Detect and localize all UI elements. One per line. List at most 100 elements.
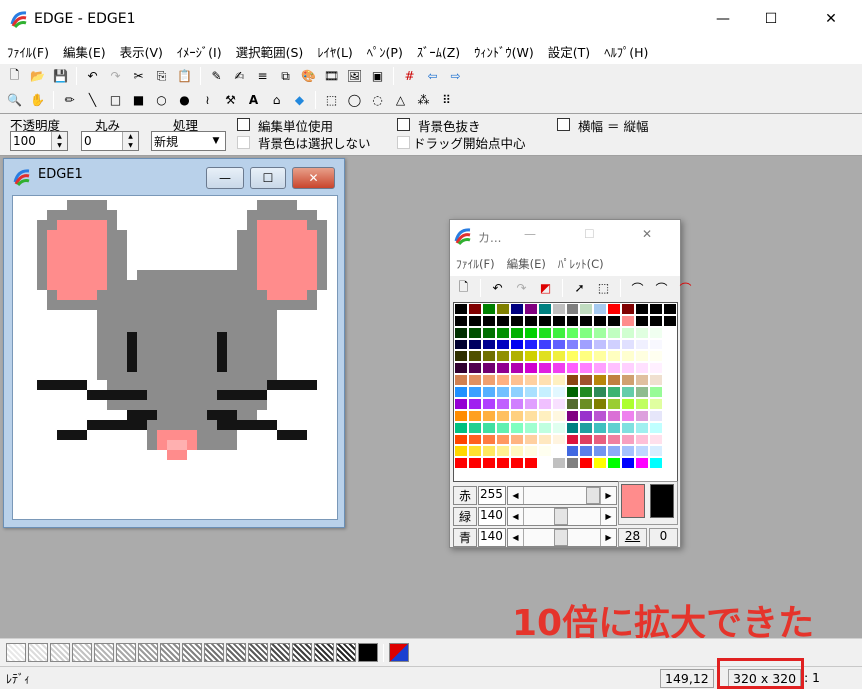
curve-icon[interactable]: ≀ — [197, 90, 218, 110]
palette-swatch[interactable] — [467, 445, 482, 458]
palette-swatch[interactable] — [495, 314, 510, 327]
palette-swatch[interactable] — [537, 314, 552, 327]
magnifier-icon[interactable]: 🔍 — [4, 90, 25, 110]
palette-swatch[interactable] — [607, 457, 622, 470]
palette-swatch[interactable] — [495, 421, 510, 434]
palette-swatch[interactable] — [565, 374, 580, 387]
palette-swatch[interactable] — [537, 409, 552, 422]
filled-rectangle-icon[interactable]: ■ — [128, 90, 149, 110]
palette-swatch[interactable] — [523, 303, 538, 315]
palette-swatch[interactable] — [621, 314, 636, 327]
palette-swatch[interactable] — [467, 421, 482, 434]
palette-swatch[interactable] — [551, 469, 566, 481]
palette-swatch[interactable] — [621, 374, 636, 387]
palette-swatch[interactable] — [509, 303, 524, 315]
process-dropdown[interactable]: 新規 ▼ — [151, 131, 226, 151]
palette-swatch[interactable] — [509, 409, 524, 422]
palette-swatch[interactable] — [593, 386, 608, 398]
palette-swatch[interactable] — [607, 326, 622, 339]
fill-icon[interactable]: ◆ — [289, 90, 310, 110]
palette-swatch[interactable] — [621, 409, 636, 422]
palette-swatch[interactable] — [537, 338, 552, 351]
palette-menu-file[interactable]: ﾌｧｲﾙ(F) — [450, 256, 501, 272]
palette-swatch[interactable] — [551, 457, 566, 470]
circle-icon[interactable]: ○ — [151, 90, 172, 110]
arrow-left-icon[interactable]: ⇦ — [422, 66, 443, 86]
layer-icon[interactable]: ⧉ — [275, 66, 296, 86]
palette-swatch[interactable] — [523, 362, 538, 375]
palette-swatch[interactable] — [551, 445, 566, 458]
doc-minimize-button[interactable]: — — [206, 167, 244, 189]
palette-swatch[interactable] — [467, 303, 482, 315]
bg-not-select-checkbox[interactable] — [237, 136, 250, 149]
gradient-2-icon[interactable]: ⌒ — [651, 278, 672, 298]
filled-circle-icon[interactable]: ● — [174, 90, 195, 110]
palette-swatch[interactable] — [663, 469, 677, 481]
palette-swatch[interactable] — [454, 386, 468, 398]
palette-swatch[interactable] — [579, 421, 594, 434]
spin-arrows-icon[interactable]: ▲ ▼ — [51, 132, 67, 150]
palette-swatch[interactable] — [481, 409, 496, 422]
palette-swatch[interactable] — [495, 303, 510, 315]
palette-swatch[interactable] — [621, 350, 636, 363]
palette-swatch[interactable] — [649, 350, 664, 363]
palette-swatch[interactable] — [579, 397, 594, 410]
palette-swatch[interactable] — [649, 386, 664, 398]
palette-maximize-button[interactable]: ☐ — [584, 227, 595, 241]
palette-swatch[interactable] — [621, 421, 636, 434]
palette-swatch[interactable] — [649, 314, 664, 327]
palette-swatch[interactable] — [565, 469, 580, 481]
palette-swatch[interactable] — [537, 386, 552, 398]
hand-icon[interactable]: ✋ — [27, 90, 48, 110]
palette-swatch[interactable] — [565, 338, 580, 351]
palette-swatch[interactable] — [621, 397, 636, 410]
slider-left-arrow-icon[interactable]: ◀ — [508, 508, 524, 525]
palette-swatch[interactable] — [635, 374, 650, 387]
palette-swatch[interactable] — [551, 386, 566, 398]
red-slider[interactable]: ◀ ▶ — [507, 486, 617, 505]
palette-swatch[interactable] — [481, 362, 496, 375]
palette-swatch[interactable] — [663, 433, 677, 446]
palette-swatch[interactable] — [523, 386, 538, 398]
palette-swatch[interactable] — [537, 457, 552, 470]
palette-swatch[interactable] — [481, 457, 496, 470]
process-value[interactable]: 新規 — [152, 133, 207, 150]
palette-swatch[interactable] — [579, 314, 594, 327]
palette-swatch[interactable] — [635, 326, 650, 339]
palette-swatch[interactable] — [551, 303, 566, 315]
palette-swatch[interactable] — [579, 457, 594, 470]
palette-swatch[interactable] — [467, 374, 482, 387]
palette-swatch[interactable] — [607, 314, 622, 327]
palette-swatch[interactable] — [579, 445, 594, 458]
palette-swatch[interactable] — [663, 409, 677, 422]
palette-swatch[interactable] — [454, 421, 468, 434]
pattern-swatch[interactable] — [116, 643, 136, 662]
pattern-swatch[interactable] — [204, 643, 224, 662]
gradient-icon[interactable]: ⌒ — [627, 278, 648, 298]
palette-swatch[interactable] — [509, 338, 524, 351]
pattern-swatch[interactable] — [248, 643, 268, 662]
preview-icon[interactable]: 🖼 — [344, 66, 365, 86]
palette-swatch[interactable] — [635, 409, 650, 422]
pattern-swatch[interactable] — [292, 643, 312, 662]
round-value[interactable]: 0 — [82, 134, 122, 148]
palette-swatch[interactable] — [454, 303, 468, 315]
palette-swatch[interactable] — [593, 409, 608, 422]
palette-swatch[interactable] — [593, 374, 608, 387]
palette-swatch[interactable] — [551, 397, 566, 410]
palette-swatch[interactable] — [565, 350, 580, 363]
menu-edit[interactable]: 編集(E) — [56, 42, 113, 61]
palette-swatch[interactable] — [537, 350, 552, 363]
palette-swatch[interactable] — [495, 350, 510, 363]
arrow-right-icon[interactable]: ⇨ — [445, 66, 466, 86]
open-folder-icon[interactable]: 📂 — [27, 66, 48, 86]
line-icon[interactable]: ╲ — [82, 90, 103, 110]
red-slider-thumb[interactable] — [586, 487, 600, 504]
palette-swatch[interactable] — [621, 303, 636, 315]
palette-swatch[interactable] — [481, 338, 496, 351]
palette-swatch[interactable] — [565, 397, 580, 410]
palette-swatch[interactable] — [663, 457, 677, 470]
slider-right-arrow-icon[interactable]: ▶ — [600, 508, 616, 525]
palette-swatch[interactable] — [579, 362, 594, 375]
palette-swatch[interactable] — [537, 374, 552, 387]
